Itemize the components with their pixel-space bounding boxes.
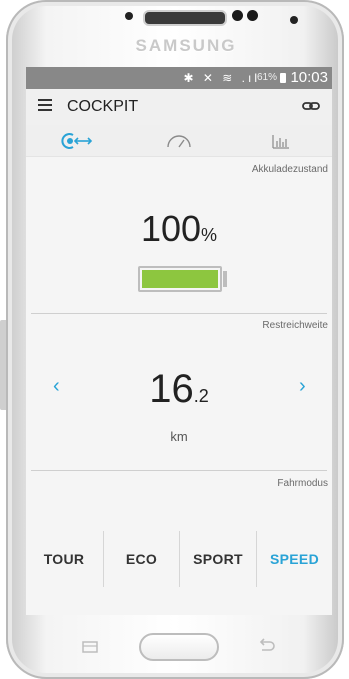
battery-gauge [138, 266, 222, 292]
range-unit: km [170, 429, 188, 444]
divider [31, 313, 327, 314]
mode-tour-button[interactable]: TOUR [26, 527, 102, 591]
back-icon[interactable] [258, 638, 276, 654]
mode-speed-button[interactable]: SPEED [257, 527, 332, 591]
range-value-integer: 16 [149, 367, 194, 411]
mode-eco-button[interactable]: ECO [104, 527, 179, 591]
battery-gauge-tip [223, 271, 227, 287]
tab-bar [26, 125, 332, 157]
range-section-label: Restreichweite [262, 320, 328, 331]
tab-assist[interactable] [26, 125, 128, 156]
screen: ✱ ✕ ≋ .ıl 61% 10:03 COCKPIT Akkuladezust… [26, 67, 332, 615]
range-value: 16.2 [26, 367, 332, 412]
range-value-decimal: .2 [193, 386, 209, 406]
earpiece-speaker [143, 10, 227, 26]
battery-value: 100% [26, 208, 332, 250]
battery-icon [280, 73, 286, 83]
battery-value-number: 100 [140, 208, 202, 249]
battery-percent: 61% [256, 72, 277, 83]
divider [31, 470, 327, 471]
home-button[interactable] [139, 633, 219, 661]
mode-selector: TOUR ECO SPORT SPEED [26, 527, 332, 591]
tab-statistics[interactable] [230, 125, 332, 156]
front-camera-icon [125, 12, 133, 20]
tab-speedometer[interactable] [128, 125, 230, 156]
side-button [0, 320, 6, 410]
recent-apps-icon[interactable] [82, 641, 98, 653]
camera-icon [290, 16, 298, 24]
mode-section-label: Fahrmodus [277, 478, 328, 489]
sensor-icon [232, 10, 243, 21]
mode-sport-button[interactable]: SPORT [180, 527, 256, 591]
app-bar: COCKPIT [26, 89, 332, 125]
battery-section-label: Akkuladezustand [251, 164, 328, 175]
bar-chart-icon [272, 134, 289, 149]
link-icon[interactable] [302, 99, 320, 113]
hamburger-menu-icon[interactable] [38, 99, 52, 111]
sensor-icon [247, 10, 258, 21]
brand-logo: SAMSUNG [135, 36, 237, 55]
speedometer-icon [167, 134, 191, 147]
assist-connect-icon [61, 132, 93, 149]
battery-value-unit: % [201, 225, 218, 245]
battery-gauge-fill [142, 270, 218, 288]
page-title: COCKPIT [67, 98, 139, 115]
status-icons: ✱ ✕ ≋ .ıl [183, 71, 260, 85]
status-bar: ✱ ✕ ≋ .ıl 61% 10:03 [26, 67, 332, 89]
clock: 10:03 [290, 69, 328, 86]
